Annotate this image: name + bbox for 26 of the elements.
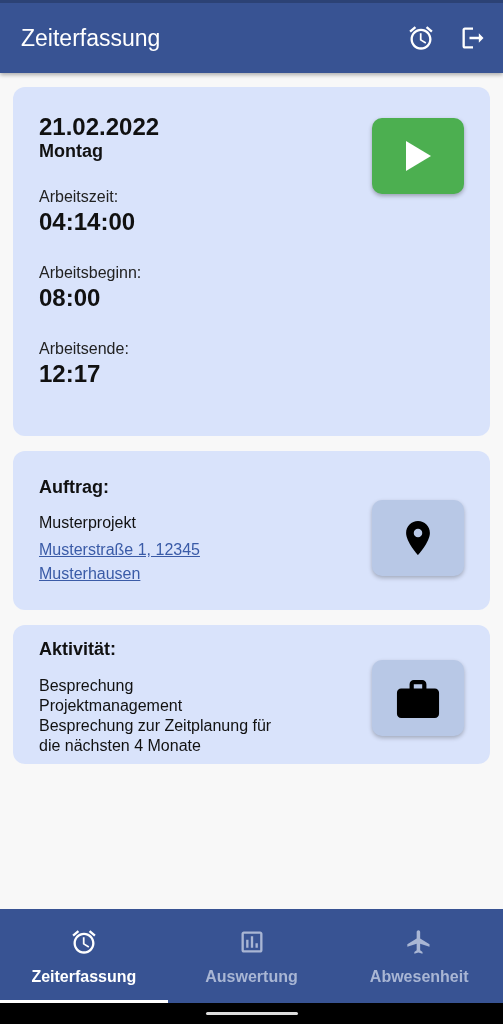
play-button[interactable] xyxy=(372,118,464,194)
alarm-clock-icon[interactable] xyxy=(407,24,435,52)
nav-tab[interactable]: Auswertung xyxy=(167,909,336,1003)
briefcase-icon xyxy=(396,677,440,718)
app-title: Zeiterfassung xyxy=(21,24,162,52)
card-heading: Auftrag: xyxy=(39,477,109,498)
activity-text: Besprechung zur Zeitplanung für die nächsten 4 Monate xyxy=(39,716,273,756)
field-value: 08:00 xyxy=(39,284,101,312)
weekday: Montag xyxy=(39,141,103,162)
project-name: Musterprojekt xyxy=(39,514,136,532)
map-pin-icon xyxy=(406,520,430,555)
play-icon xyxy=(404,141,432,171)
field-label: Arbeitsende: xyxy=(39,340,129,358)
briefcase-button[interactable] xyxy=(372,659,464,736)
home-indicator[interactable] xyxy=(205,1012,298,1015)
field-label: Arbeitszeit: xyxy=(39,188,119,206)
activity-text: Projektmanagement xyxy=(39,696,183,716)
address-link[interactable]: Musterstraße 1, 12345 Musterhausen xyxy=(39,538,229,586)
nav-tab[interactable]: Abwesenheit xyxy=(335,909,503,1003)
activity-text: Besprechung xyxy=(39,676,134,696)
field-label: Arbeitsbeginn: xyxy=(39,264,142,282)
card-heading: Aktivität: xyxy=(39,639,116,660)
field-value: 04:14:00 xyxy=(39,208,136,236)
location-button[interactable] xyxy=(372,499,464,576)
date: 21.02.2022 xyxy=(39,113,160,141)
field-value: 12:17 xyxy=(39,360,101,388)
